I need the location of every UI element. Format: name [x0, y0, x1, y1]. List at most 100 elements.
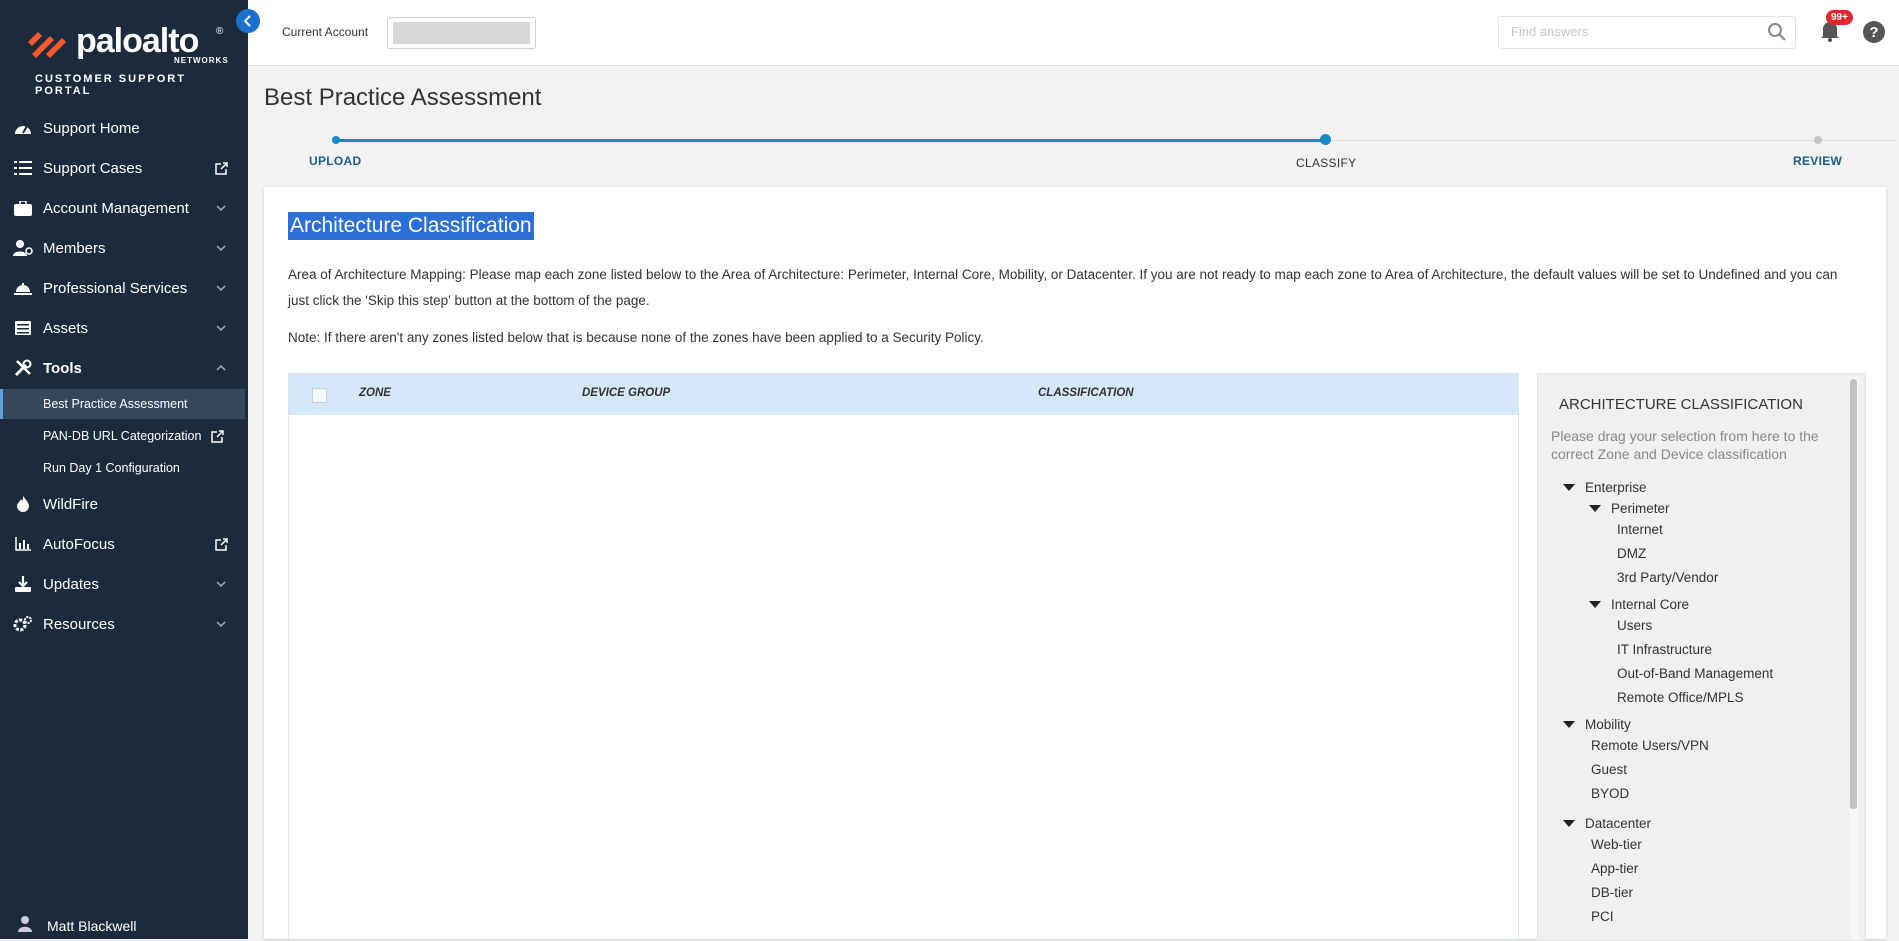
tree-leaf[interactable]: App-tier [1591, 861, 1638, 876]
chevron-down-icon [214, 281, 228, 295]
tree-leaf[interactable]: Remote Office/MPLS [1617, 690, 1744, 705]
step-upload-label[interactable]: UPLOAD [309, 154, 361, 168]
sidebar-item-label: Resources [43, 615, 115, 633]
chevron-up-icon [214, 361, 228, 375]
tree-leaf[interactable]: Internet [1617, 522, 1663, 537]
sidebar-item-updates[interactable]: Updates [0, 566, 248, 602]
help-icon[interactable]: ? [1862, 20, 1886, 49]
tree-node-enterprise[interactable]: Enterprise [1585, 480, 1647, 495]
sidebar-item-label: Support Cases [43, 159, 143, 177]
sidebar-item-support-cases[interactable]: Support Cases [0, 150, 248, 186]
chevron-down-icon [214, 201, 228, 215]
tree-leaf[interactable]: Remote Users/VPN [1591, 738, 1709, 753]
sidebar-subitem-pan-db-url-categorization[interactable]: PAN-DB URL Categorization [0, 421, 245, 451]
sidebar-item-label: Updates [43, 575, 99, 593]
sidebar-item-label: AutoFocus [43, 535, 115, 553]
tree-node-mobility[interactable]: Mobility [1585, 717, 1631, 732]
portal-name: CUSTOMER SUPPORT PORTAL [35, 73, 186, 97]
tree-leaf[interactable]: Users [1617, 618, 1652, 633]
sidebar-item-label: Assets [43, 319, 89, 337]
logo-networks: NETWORKS [174, 56, 229, 65]
chevron-down-icon [214, 577, 228, 591]
panel-title: ARCHITECTURE CLASSIFICATION [1559, 396, 1803, 413]
tree-node-perimeter[interactable]: Perimeter [1611, 501, 1670, 516]
tree-node-datacenter[interactable]: Datacenter [1585, 816, 1651, 831]
tree-node-internal-core[interactable]: Internal Core [1611, 597, 1689, 612]
sidebar-item-members[interactable]: Members [0, 230, 248, 266]
bell-services-icon [12, 277, 34, 299]
account-selector[interactable] [387, 17, 536, 49]
collapse-sidebar-button[interactable] [236, 9, 260, 33]
tree-leaf[interactable]: Web-tier [1591, 837, 1642, 852]
sidebar-subitem-label: Run Day 1 Configuration [43, 461, 180, 475]
step-classify-dot [1320, 134, 1331, 145]
panel-hint: Please drag your selection from here to … [1551, 428, 1819, 462]
sidebar-subitem-best-practice-assessment[interactable]: Best Practice Assessment [0, 389, 245, 419]
external-link-icon [214, 537, 228, 551]
caret-down-icon[interactable] [1589, 505, 1601, 512]
sidebar-item-label: Members [43, 239, 106, 257]
table-icon [12, 317, 34, 339]
sidebar-item-wildfire[interactable]: WildFire [0, 486, 248, 522]
sidebar-item-tools[interactable]: Tools [0, 350, 248, 386]
caret-down-icon[interactable] [1563, 484, 1575, 491]
search-box[interactable] [1498, 16, 1796, 49]
panel-scrollbar-thumb[interactable] [1850, 379, 1857, 809]
external-link-icon [214, 161, 228, 175]
tree-leaf[interactable]: DMZ [1617, 546, 1646, 561]
classification-panel: ARCHITECTURE CLASSIFICATION Please drag … [1537, 373, 1866, 941]
tree-leaf[interactable]: Guest [1591, 762, 1627, 777]
tree-leaf[interactable]: BYOD [1591, 786, 1629, 801]
external-link-icon [211, 429, 225, 443]
sidebar-subitem-label: Best Practice Assessment [43, 397, 188, 411]
tree-leaf[interactable]: DB-tier [1591, 885, 1633, 900]
sidebar-item-support-home[interactable]: Support Home [0, 110, 248, 146]
tree-leaf[interactable]: PCI [1591, 909, 1614, 924]
search-input[interactable] [1509, 23, 1753, 40]
tree-leaf[interactable]: 3rd Party/Vendor [1617, 570, 1718, 585]
caret-down-icon[interactable] [1563, 721, 1575, 728]
sidebar: paloalto ® NETWORKS CUSTOMER SUPPORT POR… [0, 0, 248, 939]
sidebar-item-autofocus[interactable]: AutoFocus [0, 526, 248, 562]
tree-leaf[interactable]: IT Infrastructure [1617, 642, 1712, 657]
sidebar-item-assets[interactable]: Assets [0, 310, 248, 346]
select-all-checkbox[interactable] [312, 388, 327, 403]
dashboard-icon [12, 117, 34, 139]
column-header-device-group[interactable]: DEVICE GROUP [582, 387, 670, 399]
sidebar-item-label: Account Management [43, 199, 189, 217]
paloalto-mark-icon [28, 32, 66, 58]
account-value-redacted [393, 22, 530, 44]
notification-count-badge[interactable]: 99+ [1826, 10, 1853, 25]
stepper-progress-line [336, 139, 1326, 142]
tree-leaf[interactable]: Out-of-Band Management [1617, 666, 1773, 681]
user-profile[interactable]: Matt Blackwell [0, 912, 248, 939]
logo-registered: ® [216, 26, 224, 37]
paloalto-logo[interactable]: paloalto ® NETWORKS CUSTOMER SUPPORT POR… [26, 22, 229, 97]
step-review-label[interactable]: REVIEW [1793, 154, 1842, 168]
caret-down-icon[interactable] [1563, 820, 1575, 827]
chevron-down-icon [214, 241, 228, 255]
progress-stepper: UPLOAD CLASSIFY REVIEW [248, 128, 1899, 178]
user-icon [18, 916, 32, 935]
sidebar-item-label: Professional Services [43, 279, 188, 297]
sidebar-item-professional-services[interactable]: Professional Services [0, 270, 248, 306]
user-name: Matt Blackwell [47, 917, 137, 934]
column-header-zone[interactable]: ZONE [359, 387, 391, 399]
current-account-label: Current Account [282, 25, 369, 39]
sidebar-subitem-run-day-1-configuration[interactable]: Run Day 1 Configuration [0, 453, 245, 483]
sidebar-item-label: Support Home [43, 119, 140, 137]
column-header-classification[interactable]: CLASSIFICATION [1038, 387, 1134, 399]
table-header: ZONE DEVICE GROUP CLASSIFICATION [289, 374, 1518, 415]
caret-down-icon[interactable] [1589, 601, 1601, 608]
sidebar-item-resources[interactable]: Resources [0, 606, 248, 642]
panel-scrollbar[interactable] [1850, 377, 1858, 939]
stepper-remaining-line [1326, 140, 1896, 141]
svg-text:?: ? [1869, 24, 1878, 41]
zones-table: ZONE DEVICE GROUP CLASSIFICATION [288, 373, 1519, 941]
search-icon[interactable] [1767, 22, 1787, 47]
sidebar-item-account-management[interactable]: Account Management [0, 190, 248, 226]
chevron-down-icon [214, 617, 228, 631]
bar-chart-icon [12, 533, 34, 555]
step-upload-dot [332, 136, 340, 144]
gears-icon [12, 613, 34, 635]
